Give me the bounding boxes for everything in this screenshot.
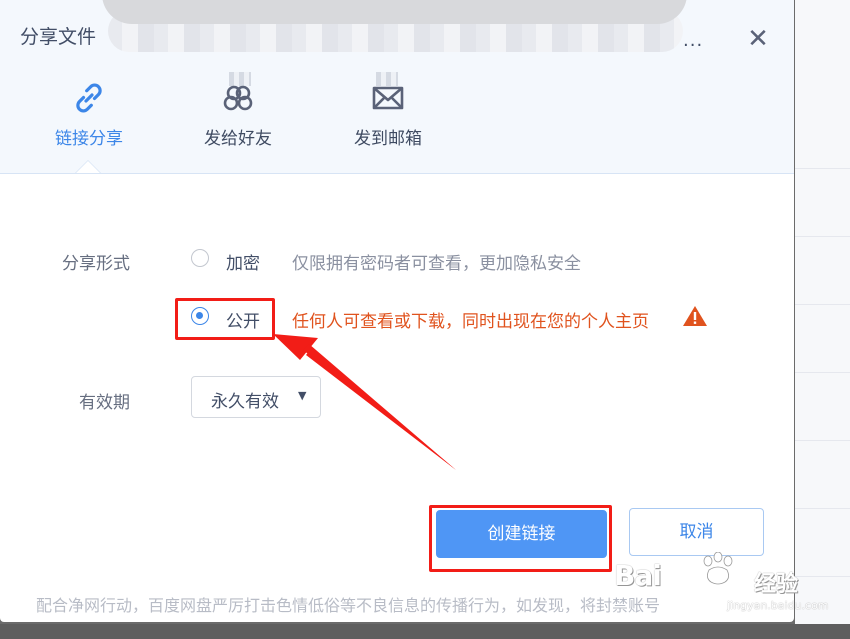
- background-row-divider: [795, 304, 850, 305]
- caret-down-icon: ▼: [298, 389, 307, 402]
- radio-encrypted[interactable]: [191, 249, 209, 267]
- background-row-divider: [795, 168, 850, 169]
- close-button[interactable]: ✕: [744, 24, 772, 54]
- share-mode-label: 分享形式: [62, 254, 130, 274]
- dialog-title: 分享文件: [20, 26, 97, 48]
- background-row-divider: [795, 372, 850, 373]
- policy-notice: 配合净网行动，百度网盘严厉打击色情低俗等不良信息的传播行为，如发现，将封禁账号: [36, 596, 661, 615]
- annotation-highlight-create-link: [429, 505, 612, 572]
- more-icon: ...: [683, 30, 704, 51]
- validity-label: 有效期: [79, 393, 130, 413]
- watermark-url: jingyan.baidu.com: [727, 599, 829, 612]
- tab-send-to-friends[interactable]: 发给好友: [183, 78, 293, 158]
- background-panel: [795, 0, 850, 639]
- tab-link-share[interactable]: 链接分享: [34, 78, 144, 158]
- mail-icon: [372, 86, 404, 110]
- annotation-highlight-public: [175, 298, 275, 340]
- dialog-header: 分享文件 ... ✕ 链接分享 发给好友 发到邮箱: [0, 0, 794, 174]
- watermark-brand-suffix: 经验: [754, 572, 799, 597]
- redacted-overlay: [102, 0, 687, 24]
- option-public-description: 任何人可查看或下载，同时出现在您的个人主页: [292, 312, 649, 332]
- share-dialog: 分享文件 ... ✕ 链接分享 发给好友 发到邮箱 分享形式 加密 仅限拥有密码…: [0, 0, 794, 622]
- cancel-button[interactable]: 取消: [629, 508, 764, 556]
- tab-label: 发给好友: [204, 129, 272, 149]
- watermark-brand: Bai: [614, 559, 662, 592]
- background-row-divider: [795, 508, 850, 509]
- tab-label: 发到邮箱: [354, 129, 422, 149]
- validity-select-value: 永久有效: [211, 392, 279, 412]
- warning-icon: [683, 306, 707, 326]
- tab-send-to-mail[interactable]: 发到邮箱: [333, 78, 443, 158]
- link-icon: [76, 83, 102, 113]
- background-overlay: [0, 624, 850, 639]
- active-tab-indicator: [76, 161, 100, 173]
- validity-select[interactable]: 永久有效 ▼: [191, 376, 321, 418]
- option-encrypted-description: 仅限拥有密码者可查看，更加隐私安全: [292, 254, 581, 274]
- background-row-divider: [795, 236, 850, 237]
- option-encrypted-label[interactable]: 加密: [226, 249, 260, 274]
- friends-icon: [223, 85, 253, 111]
- background-row-divider: [795, 440, 850, 441]
- tab-label: 链接分享: [55, 129, 123, 149]
